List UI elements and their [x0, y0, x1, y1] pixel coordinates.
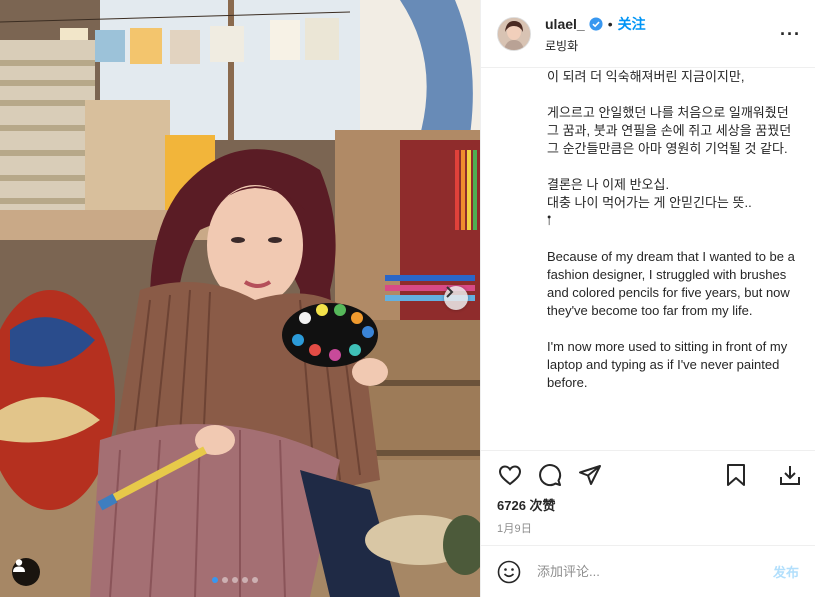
carousel-dot [252, 577, 258, 583]
download-button[interactable] [777, 462, 803, 488]
carousel-dot-active [212, 577, 218, 583]
post-header-row: ulael_ • 关注 [545, 14, 646, 34]
caption-paragraph: 게으르고 안일했던 나를 처음으로 일깨워줬던 그 꿈과, 붓과 연필을 손에 … [547, 105, 795, 156]
action-bar [481, 450, 815, 498]
caption-paragraph: 이 되려 더 익숙해져버린 지금이지만, [547, 69, 745, 84]
carousel-next-button[interactable] [444, 286, 468, 310]
post-side-panel: ulael_ • 关注 로빙화 ··· 이 되려 더 익숙해져버린 지금이지만,… [480, 0, 815, 597]
user-tag-icon [13, 559, 25, 572]
like-button[interactable] [497, 462, 523, 488]
comment-bar: 发布 [481, 545, 815, 597]
chevron-right-icon [446, 286, 454, 298]
comment-input[interactable] [535, 563, 773, 580]
post-header-text: ulael_ • 关注 로빙화 [545, 14, 646, 54]
comment-icon [539, 463, 562, 486]
avatar-image [498, 17, 530, 50]
avatar[interactable] [497, 16, 531, 51]
post-header: ulael_ • 关注 로빙화 ··· [481, 0, 815, 68]
share-button[interactable] [577, 462, 603, 488]
more-options-button[interactable]: ··· [780, 24, 801, 45]
carousel-dot [222, 577, 228, 583]
username-link[interactable]: ulael_ [545, 16, 585, 32]
user-tag-button[interactable] [12, 558, 40, 586]
verified-icon [589, 16, 603, 31]
caption-paragraph: I'm now more used to sitting in front of… [547, 339, 791, 390]
header-separator: • [607, 15, 613, 32]
post-photo[interactable] [0, 0, 480, 597]
post-comment-button[interactable]: 发布 [773, 562, 799, 581]
follow-button[interactable]: 关注 [618, 14, 646, 34]
emoji-icon[interactable] [497, 560, 521, 584]
carousel-dot [232, 577, 238, 583]
carousel-indicator [212, 577, 258, 583]
carousel-dot [242, 577, 248, 583]
location-link[interactable]: 로빙화 [545, 37, 646, 54]
download-icon [780, 465, 800, 485]
photo-illustration [0, 0, 480, 597]
post-date[interactable]: 1月9日 [497, 520, 532, 536]
like-count[interactable]: 6726 次赞 [497, 495, 556, 514]
comment-button[interactable] [537, 462, 563, 488]
caption-paragraph: Because of my dream that I wanted to be … [547, 249, 799, 318]
share-icon [579, 464, 601, 485]
bookmark-icon [727, 463, 745, 486]
post-caption: 이 되려 더 익숙해져버린 지금이지만, 게으르고 안일했던 나를 처음으로 일… [481, 68, 815, 450]
bookmark-button[interactable] [723, 462, 749, 488]
heart-icon [498, 464, 522, 485]
caption-paragraph: 결론은 나 이제 반오십. 대충 나이 먹어가는 게 안믿긴다는 뜻.. 𖡡 [547, 177, 752, 228]
